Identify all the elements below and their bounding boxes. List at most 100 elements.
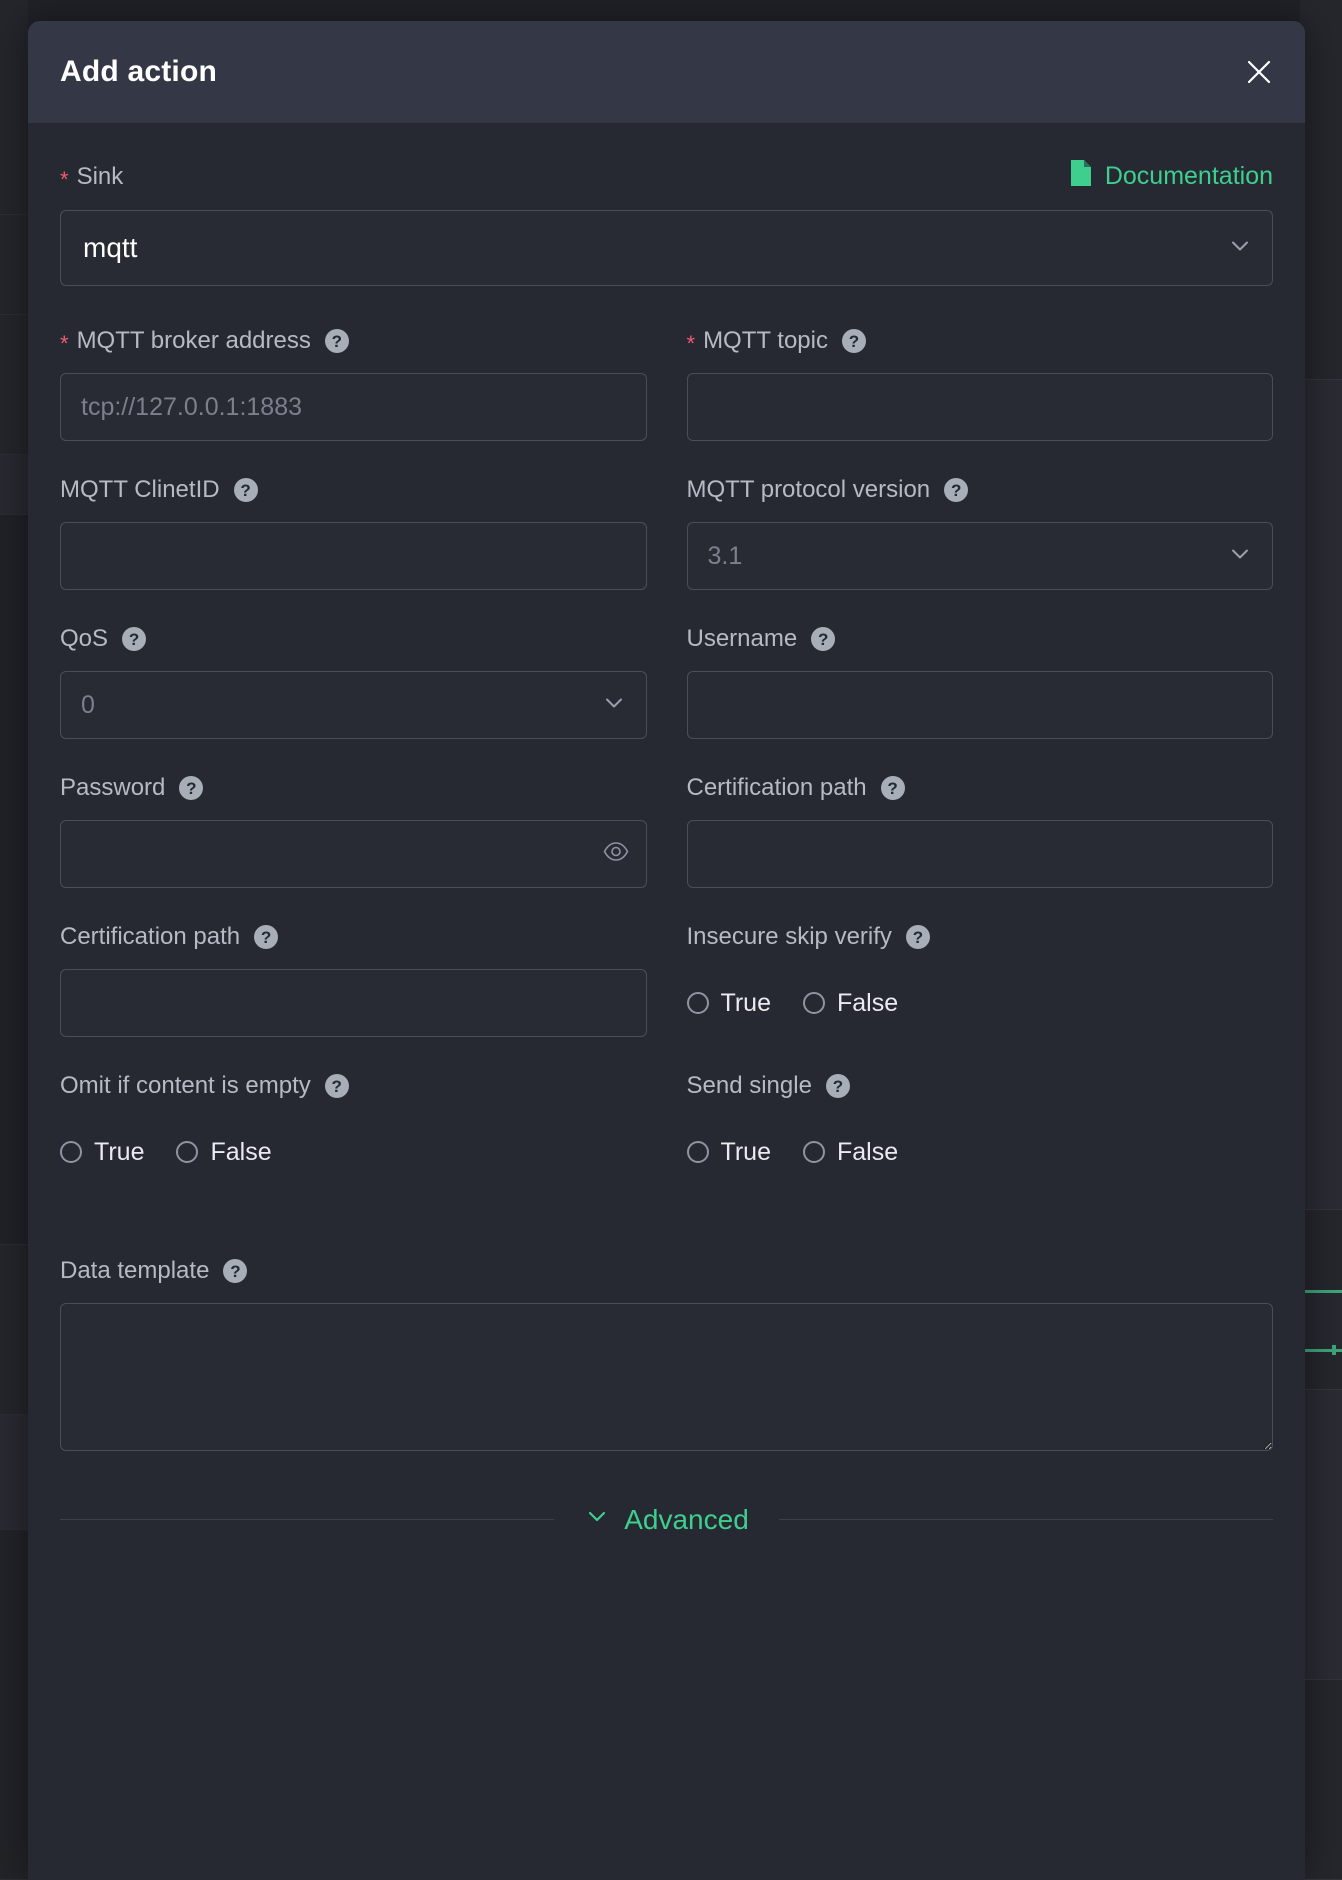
background-right-cell <box>1300 380 1342 1210</box>
field-mqtt-clinetid: MQTT ClinetID ? <box>60 475 647 590</box>
field-label: Send single ? <box>687 1071 1274 1101</box>
certification-path-2-input[interactable] <box>60 969 647 1037</box>
radio-send-single-true[interactable]: True <box>686 1138 771 1167</box>
radio-dot <box>176 1141 199 1163</box>
label-certification-path-2: Certification path <box>60 923 241 950</box>
label-username: Username <box>686 625 798 652</box>
password-wrapper <box>60 820 647 888</box>
field-row: Omit if content is empty ? True False Se… <box>60 1071 1273 1186</box>
mqtt-topic-input[interactable] <box>686 373 1273 441</box>
help-icon[interactable]: ? <box>122 627 147 651</box>
label-mqtt-topic: * MQTT topic <box>687 327 828 355</box>
help-icon[interactable]: ? <box>825 1074 850 1098</box>
field-label: Certification path ? <box>687 773 1274 803</box>
add-action-dialog: Add action * Sink Documentation mqtt * M… <box>28 21 1305 1880</box>
help-icon[interactable]: ? <box>223 1259 248 1283</box>
eye-icon[interactable] <box>603 842 629 867</box>
advanced-toggle[interactable]: Advanced <box>554 1503 779 1536</box>
help-icon[interactable]: ? <box>179 776 204 800</box>
page-title: Add action <box>60 55 217 88</box>
help-icon[interactable]: ? <box>254 925 279 949</box>
radio-dot <box>60 1141 82 1163</box>
field-username: Username ? <box>686 624 1273 739</box>
radio-insecure-skip-verify-false[interactable]: False <box>802 989 898 1018</box>
field-label: QoS ? <box>60 624 647 654</box>
password-input[interactable] <box>60 820 647 888</box>
help-icon[interactable]: ? <box>944 478 969 502</box>
field-mqtt-broker-address: * MQTT broker address ? <box>60 326 647 441</box>
radio-dot <box>686 992 709 1014</box>
mqtt-protocol-version-value[interactable] <box>686 522 1273 590</box>
mqtt-protocol-version-select[interactable] <box>686 522 1273 590</box>
username-input[interactable] <box>686 671 1273 739</box>
close-icon[interactable] <box>1237 50 1281 94</box>
documentation-link-label: Documentation <box>1104 162 1273 190</box>
background-row <box>0 455 28 515</box>
radio-dot <box>686 1141 709 1163</box>
divider <box>60 1519 555 1520</box>
label-certification-path-1: Certification path <box>686 774 867 801</box>
label-data-template: Data template <box>60 1257 210 1284</box>
qos-select[interactable] <box>60 671 647 739</box>
background-row <box>0 1245 28 1415</box>
sink-select-value[interactable] <box>60 210 1273 286</box>
qos-value[interactable] <box>60 671 647 739</box>
field-label: Omit if content is empty ? <box>60 1071 647 1101</box>
label-text: MQTT topic <box>703 327 828 354</box>
field-label: Certification path ? <box>60 922 647 952</box>
field-data-template: Data template ? <box>60 1256 1273 1451</box>
label-omit-if-content-is-empty: Omit if content is empty <box>60 1072 311 1099</box>
label-send-single: Send single <box>686 1072 812 1099</box>
field-row: Certification path ? Insecure skip verif… <box>60 922 1273 1037</box>
data-template-textarea[interactable] <box>60 1303 1273 1451</box>
help-icon[interactable]: ? <box>880 776 905 800</box>
background-row <box>0 1530 28 1880</box>
field-send-single: Send single ? True False <box>686 1071 1274 1186</box>
radio-omit-if-content-is-empty-true[interactable]: True <box>60 1138 144 1167</box>
dialog-body: * Sink Documentation mqtt * MQTT broker … <box>28 123 1305 1880</box>
send-single-radio-group: True False <box>686 1118 1274 1186</box>
background-row <box>0 1415 28 1530</box>
background-right-cell <box>1300 0 1342 380</box>
documentation-link[interactable]: Documentation <box>1069 159 1273 194</box>
radio-send-single-false[interactable]: False <box>802 1137 899 1167</box>
mqtt-broker-address-input[interactable] <box>60 373 647 441</box>
document-icon <box>1069 159 1093 194</box>
field-certification-path-2: Certification path ? <box>60 922 647 1037</box>
certification-path-1-input[interactable] <box>686 820 1273 888</box>
radio-label: False <box>836 1137 899 1166</box>
label-text: MQTT broker address <box>76 327 311 354</box>
field-label: MQTT ClinetID ? <box>60 475 647 505</box>
label-qos: QoS <box>60 625 109 652</box>
help-icon[interactable]: ? <box>233 478 258 502</box>
help-icon[interactable]: ? <box>811 627 836 651</box>
field-qos: QoS ? <box>60 624 647 739</box>
field-omit-if-content-is-empty: Omit if content is empty ? True False <box>60 1071 647 1186</box>
help-icon[interactable]: ? <box>324 1074 349 1098</box>
radio-insecure-skip-verify-true[interactable]: True <box>686 989 771 1018</box>
help-icon[interactable]: ? <box>841 329 866 353</box>
field-row: QoS ? Username ? <box>60 624 1273 739</box>
field-certification-path-1: Certification path ? <box>686 773 1274 888</box>
sink-select[interactable] <box>60 210 1273 286</box>
label-mqtt-broker-address: * MQTT broker address <box>60 327 311 355</box>
background-row <box>0 0 28 215</box>
background-row <box>0 315 28 455</box>
required-marker: * <box>60 331 69 356</box>
field-mqtt-protocol-version: MQTT protocol version ? <box>686 475 1273 590</box>
sink-label-text: Sink <box>76 162 124 190</box>
field-insecure-skip-verify: Insecure skip verify ? True False <box>686 922 1274 1037</box>
label-mqtt-protocol-version: MQTT protocol version <box>686 476 931 503</box>
field-row: MQTT ClinetID ? MQTT protocol version ? <box>60 475 1273 590</box>
divider <box>778 1519 1274 1520</box>
field-row: Password ? Certification path ? <box>60 773 1273 888</box>
background-status-tag <box>1300 1290 1342 1352</box>
label-insecure-skip-verify: Insecure skip verify <box>686 923 892 950</box>
label-password: Password <box>60 774 166 801</box>
required-marker: * <box>60 166 69 192</box>
help-icon[interactable]: ? <box>905 925 930 949</box>
radio-omit-if-content-is-empty-false[interactable]: False <box>176 1138 272 1167</box>
mqtt-clinetid-input[interactable] <box>60 522 647 590</box>
background-right-cell <box>1300 1390 1342 1680</box>
help-icon[interactable]: ? <box>324 329 349 353</box>
